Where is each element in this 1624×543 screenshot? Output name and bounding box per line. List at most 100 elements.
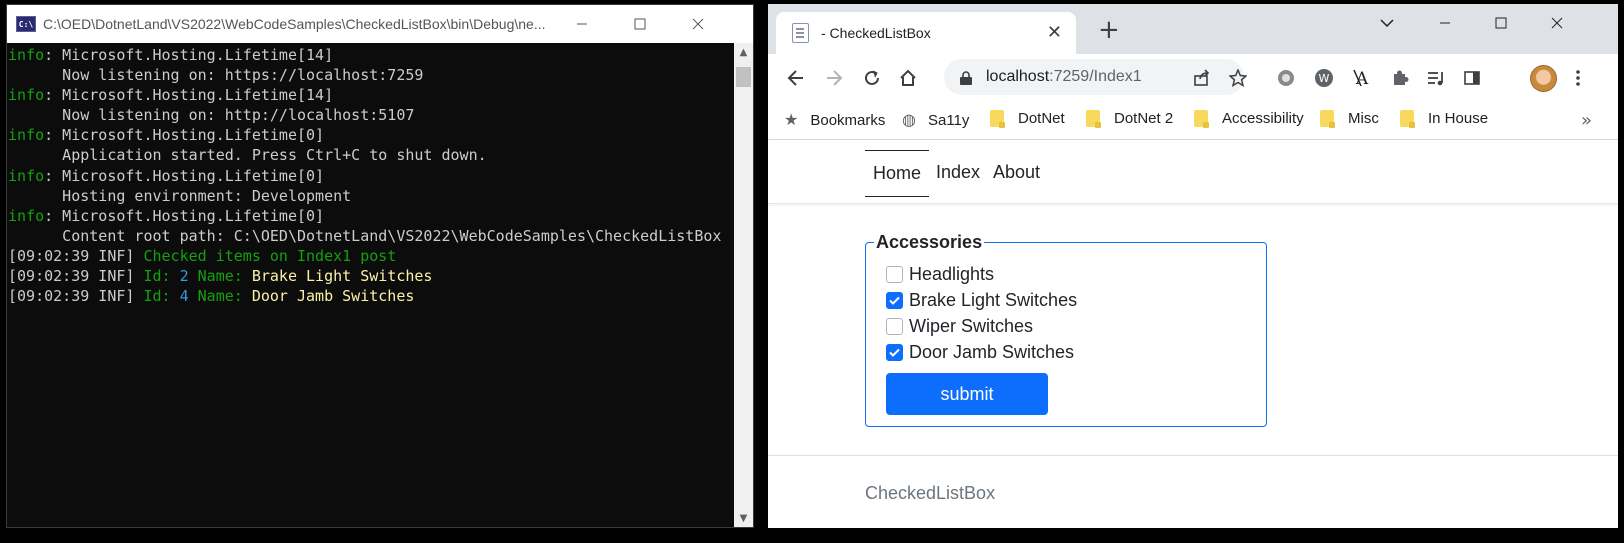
console-text: Door Jamb Switches (251, 287, 415, 306)
folder-icon (1194, 110, 1209, 128)
url-text[interactable]: localhost:7259/Index1 (986, 68, 1142, 86)
footer-text: CheckedListBox (865, 483, 996, 503)
forward-icon[interactable] (822, 66, 846, 90)
console-app-icon: C:\ (16, 16, 36, 32)
console-titlebar[interactable]: C:\ C:\OED\DotnetLand\VS2022\WebCodeSamp… (7, 5, 753, 43)
tab-search-button[interactable] (1358, 4, 1416, 42)
bookmark-label: DotNet (1018, 110, 1065, 127)
checkbox-label[interactable]: Brake Light Switches (909, 290, 1077, 311)
nav-index[interactable]: Index (928, 150, 988, 195)
nav-about[interactable]: About (985, 150, 1048, 195)
checkbox-checked[interactable] (886, 291, 903, 309)
console-line: [09:02:39 INF] Id: 2 Name: Brake Light S… (8, 266, 736, 286)
console-text: : Microsoft.Hosting.Lifetime[0] (44, 126, 325, 145)
close-icon (692, 18, 704, 30)
folder-icon (1400, 110, 1415, 128)
checkbox-unchecked[interactable] (886, 265, 903, 283)
checkmark-icon (889, 348, 900, 357)
bookmark-sa11y[interactable]: ◍ Sa11y (902, 110, 969, 130)
console-output: info: Microsoft.Hosting.Lifetime[14] Now… (7, 43, 736, 527)
tab-title: - CheckedListBox (821, 25, 931, 41)
console-scrollbar[interactable]: ▲ ▼ (734, 43, 753, 527)
bookmark-bookmarks[interactable]: ★ Bookmarks (784, 110, 885, 130)
checkbox-row[interactable]: Brake Light Switches (886, 287, 1246, 313)
checkbox-label[interactable]: Wiper Switches (909, 316, 1033, 337)
bookmark-misc[interactable]: Misc (1320, 110, 1379, 128)
console-line: Application started. Press Ctrl+C to shu… (8, 145, 736, 165)
star-icon[interactable] (1226, 66, 1250, 90)
extensions-puzzle-icon[interactable] (1388, 66, 1412, 90)
wave-extension-icon[interactable]: W (1312, 66, 1336, 90)
bookmark-accessibility[interactable]: Accessibility (1194, 110, 1304, 128)
browser-toolbar: localhost:7259/Index1 W A (768, 54, 1618, 102)
tab-close-icon[interactable]: ✕ (1047, 24, 1062, 42)
console-title: C:\OED\DotnetLand\VS2022\WebCodeSamples\… (43, 16, 546, 32)
checkbox-row[interactable]: Door Jamb Switches (886, 339, 1246, 365)
new-tab-button[interactable]: + (1098, 17, 1120, 43)
checkbox-unchecked[interactable] (886, 317, 903, 335)
home-icon[interactable] (896, 66, 920, 90)
reload-icon[interactable] (860, 66, 884, 90)
console-text: : Microsoft.Hosting.Lifetime[0] (44, 166, 325, 185)
console-text: : Microsoft.Hosting.Lifetime[0] (44, 206, 325, 225)
accessories-fieldset: Accessories Headlights Brake Light Switch… (865, 232, 1267, 427)
console-text: info (8, 126, 45, 145)
minimize-button[interactable] (553, 5, 611, 43)
checkbox-row[interactable]: Headlights (886, 261, 1246, 287)
share-icon[interactable] (1190, 66, 1214, 90)
page-icon (792, 23, 809, 43)
console-text: Id: (143, 287, 180, 306)
bookmark-label: Accessibility (1222, 110, 1304, 127)
bookmarks-overflow-icon[interactable]: » (1581, 110, 1592, 131)
lock-icon[interactable] (960, 70, 972, 85)
close-button[interactable] (669, 5, 727, 43)
console-text: Checked items on Index1 post (143, 246, 397, 265)
console-text: Name: (188, 287, 252, 306)
bookmark-in-house[interactable]: In House (1400, 110, 1489, 128)
side-panel-icon[interactable] (1460, 66, 1484, 90)
accessories-legend: Accessories (876, 232, 983, 252)
console-text: info (8, 86, 45, 105)
console-line: Content root path: C:\OED\DotnetLand\VS2… (8, 226, 736, 246)
console-text: Content root path: C:\OED\DotnetLand\VS2… (8, 226, 722, 245)
folder-icon (990, 110, 1005, 128)
bookmark-dotnet[interactable]: DotNet (990, 110, 1065, 128)
console-text: Now listening on: http://localhost:5107 (8, 106, 415, 125)
media-control-icon[interactable] (1424, 66, 1448, 90)
checkbox-checked[interactable] (886, 343, 903, 361)
menu-kebab-icon[interactable] (1566, 66, 1590, 90)
console-line: Now listening on: https://localhost:7259 (8, 65, 736, 85)
tab-strip: - CheckedListBox ✕ + (768, 4, 1618, 54)
console-text: [09:02:39 INF] (8, 287, 144, 306)
console-text: : Microsoft.Hosting.Lifetime[14] (44, 46, 334, 64)
console-line: info: Microsoft.Hosting.Lifetime[0] (8, 206, 736, 226)
console-line: info: Microsoft.Hosting.Lifetime[14] (8, 45, 736, 65)
scroll-down-icon[interactable]: ▼ (734, 509, 753, 527)
globe-icon: ◍ (902, 112, 916, 129)
checkbox-row[interactable]: Wiper Switches (886, 313, 1246, 339)
checkbox-label[interactable]: Headlights (909, 264, 994, 285)
bookmark-dotnet-2[interactable]: DotNet 2 (1086, 110, 1173, 128)
minimize-button[interactable] (1416, 4, 1474, 42)
scrollbar-thumb[interactable] (736, 67, 751, 87)
checkbox-label[interactable]: Door Jamb Switches (909, 342, 1074, 363)
console-text: Application started. Press Ctrl+C to shu… (8, 146, 487, 165)
nav-home[interactable]: Home (865, 150, 930, 197)
tab-checkedlistbox[interactable]: - CheckedListBox ✕ (776, 12, 1076, 54)
close-button[interactable] (1528, 4, 1586, 42)
accessibility-extension-icon[interactable]: A (1350, 66, 1374, 90)
submit-button[interactable]: submit (886, 373, 1048, 415)
minimize-icon (1440, 22, 1450, 24)
console-text: Hosting environment: Development (8, 186, 352, 205)
folder-icon (1320, 110, 1335, 128)
back-icon[interactable] (784, 66, 808, 90)
bookmark-label: In House (1428, 110, 1489, 127)
maximize-button[interactable] (1472, 4, 1530, 42)
maximize-button[interactable] (611, 5, 669, 43)
scroll-up-icon[interactable]: ▲ (734, 43, 753, 61)
chevron-down-icon (1380, 19, 1394, 28)
profile-avatar[interactable] (1530, 65, 1557, 92)
console-text: Name: (188, 267, 252, 286)
console-text: 2 (179, 267, 189, 286)
settings-extension-icon[interactable] (1274, 66, 1298, 90)
